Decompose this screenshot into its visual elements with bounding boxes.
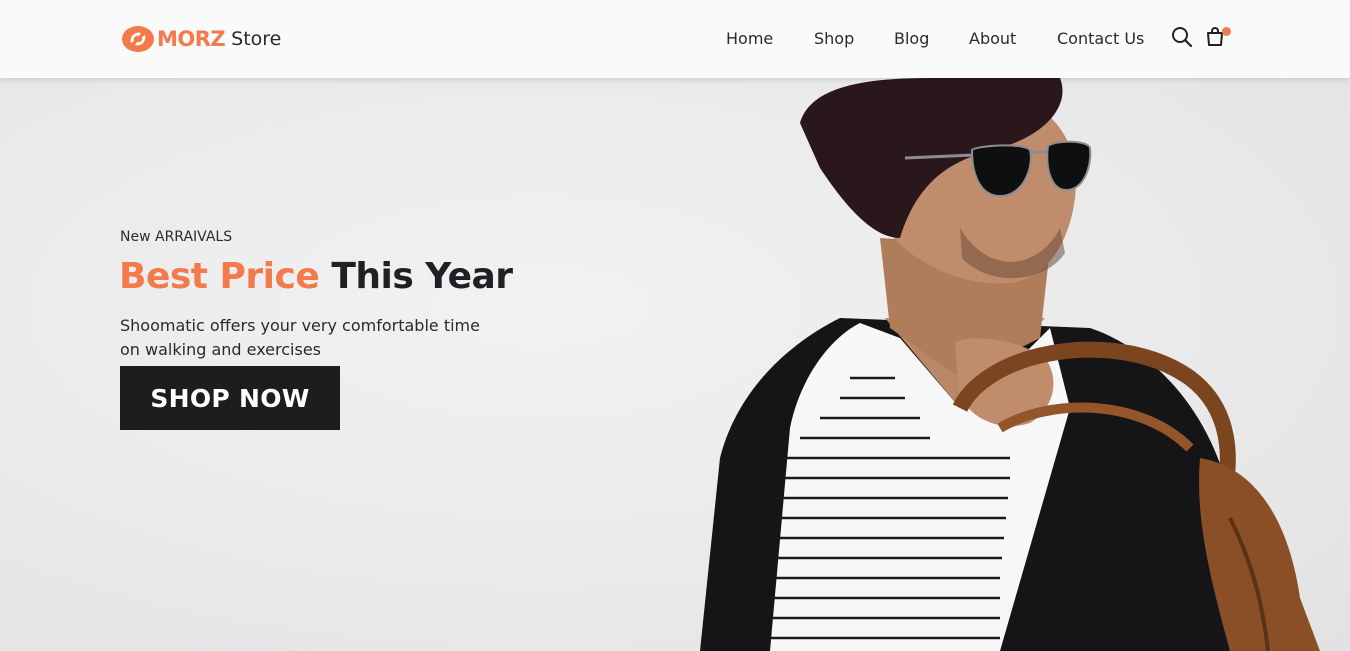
nav-contact-us[interactable]: Contact Us xyxy=(1057,28,1144,50)
logo-brand-text: MORZ xyxy=(157,27,226,51)
site-logo[interactable]: MORZ Store xyxy=(121,24,281,54)
logo-mark-icon xyxy=(122,26,154,52)
nav-blog[interactable]: Blog xyxy=(894,28,929,50)
hero-banner: New ARRAIVALS Best Price This Year Shoom… xyxy=(0,78,1350,651)
cart-badge xyxy=(1222,27,1231,36)
hero-title-accent: Best Price xyxy=(119,256,320,297)
nav-about[interactable]: About xyxy=(969,28,1016,50)
site-header: MORZ Store Home Shop Blog About Contact … xyxy=(0,0,1350,78)
hero-title-rest: This Year xyxy=(331,256,513,297)
shop-now-button[interactable]: SHOP NOW xyxy=(120,366,340,430)
nav-home[interactable]: Home xyxy=(726,28,773,50)
nav-shop[interactable]: Shop xyxy=(814,28,854,50)
search-icon[interactable] xyxy=(1171,26,1193,48)
hero-title: Best Price This Year xyxy=(119,256,513,297)
hero-description: Shoomatic offers your very comfortable t… xyxy=(120,316,480,359)
hero-model-image xyxy=(700,78,1320,651)
hero-kicker: New ARRAIVALS xyxy=(120,229,233,245)
logo-store-text: Store xyxy=(231,28,282,50)
